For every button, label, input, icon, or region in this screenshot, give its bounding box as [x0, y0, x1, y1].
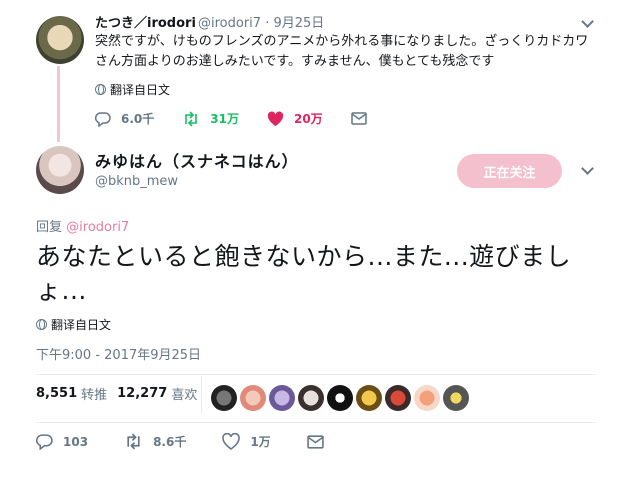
divider-top: [36, 374, 596, 375]
main-display-name[interactable]: みゆはん（スナネコはん）: [95, 148, 299, 172]
parent-retweet-button[interactable]: 31万: [182, 110, 239, 127]
liker-avatars: [211, 385, 469, 411]
parent-reply-count: 6.0千: [121, 112, 155, 126]
parent-action-bar: 6.0千 31万 20万: [95, 110, 395, 127]
retweet-icon: [127, 433, 140, 450]
parent-avatar[interactable]: [36, 16, 84, 64]
main-translate-link[interactable]: 翻译自日文: [36, 316, 111, 333]
main-more-chevron-icon[interactable]: [581, 162, 594, 175]
main-avatar[interactable]: [36, 146, 84, 194]
main-tweet-text: あなたといると飽きないから...また...遊びましょ...: [36, 242, 572, 305]
globe-icon: [36, 319, 47, 330]
reply-icon: [95, 111, 111, 127]
tweet-timestamp[interactable]: 下午9:00 - 2017年9月25日: [36, 344, 201, 363]
parent-like-count: 20万: [293, 112, 323, 126]
reply-icon: [36, 434, 53, 450]
main-reply-count: 103: [63, 434, 89, 449]
reply-prefix: 回复: [36, 220, 63, 235]
liker-avatar[interactable]: [327, 385, 353, 411]
retweets-label[interactable]: 转推: [81, 384, 107, 403]
main-translate-label: 翻译自日文: [51, 318, 112, 332]
parent-like-button[interactable]: 20万: [267, 110, 323, 127]
parent-display-name[interactable]: たつき／irodori: [95, 12, 196, 31]
engagement-stats: 8,551 转推 12,277 喜欢: [36, 384, 207, 403]
heart-filled-icon: [267, 111, 284, 126]
liker-avatar[interactable]: [356, 385, 382, 411]
envelope-icon: [350, 112, 367, 125]
main-like-count: 1万: [250, 435, 271, 449]
main-action-bar: 103 8.6千 1万: [36, 433, 360, 450]
parent-retweet-count: 31万: [210, 112, 239, 126]
liker-avatar[interactable]: [211, 385, 237, 411]
main-reply-button[interactable]: 103: [36, 433, 88, 450]
reply-context: 回复 @irodori7: [36, 216, 129, 235]
stats-separator: [201, 376, 202, 414]
liker-avatar[interactable]: [269, 385, 295, 411]
reply-to-handle[interactable]: @irodori7: [66, 220, 129, 235]
envelope-icon: [306, 434, 324, 449]
liker-avatar[interactable]: [240, 385, 266, 411]
divider-bottom: [36, 422, 596, 423]
likes-total[interactable]: 12,277: [117, 386, 167, 401]
liker-avatar[interactable]: [385, 385, 411, 411]
parent-tweet-text: 突然ですが、けものフレンズのアニメから外れる事になりました。ざっくりカドカワさん…: [95, 34, 589, 69]
main-retweet-count: 8.6千: [153, 435, 187, 449]
parent-message-button[interactable]: [350, 112, 367, 125]
globe-icon: [95, 84, 106, 95]
liker-avatar[interactable]: [298, 385, 324, 411]
following-button[interactable]: 正在关注: [457, 154, 562, 188]
parent-translate-label: 翻译自日文: [110, 83, 171, 97]
main-handle[interactable]: @bknb_mew: [95, 174, 178, 189]
heart-outline-icon: [222, 433, 241, 450]
parent-more-chevron-icon[interactable]: [581, 15, 594, 28]
main-message-button[interactable]: [306, 434, 324, 449]
parent-reply-button[interactable]: 6.0千: [95, 110, 154, 127]
retweet-icon: [185, 110, 198, 127]
retweets-total[interactable]: 8,551: [36, 386, 77, 401]
liker-avatar[interactable]: [414, 385, 440, 411]
main-retweet-button[interactable]: 8.6千: [124, 433, 186, 450]
thread-line: [57, 66, 60, 142]
parent-translate-link[interactable]: 翻译自日文: [95, 81, 170, 98]
main-like-button[interactable]: 1万: [222, 433, 271, 450]
likes-label[interactable]: 喜欢: [171, 384, 197, 403]
parent-handle-date[interactable]: @irodori7 · 9月25日: [198, 12, 324, 31]
liker-avatar[interactable]: [443, 385, 469, 411]
